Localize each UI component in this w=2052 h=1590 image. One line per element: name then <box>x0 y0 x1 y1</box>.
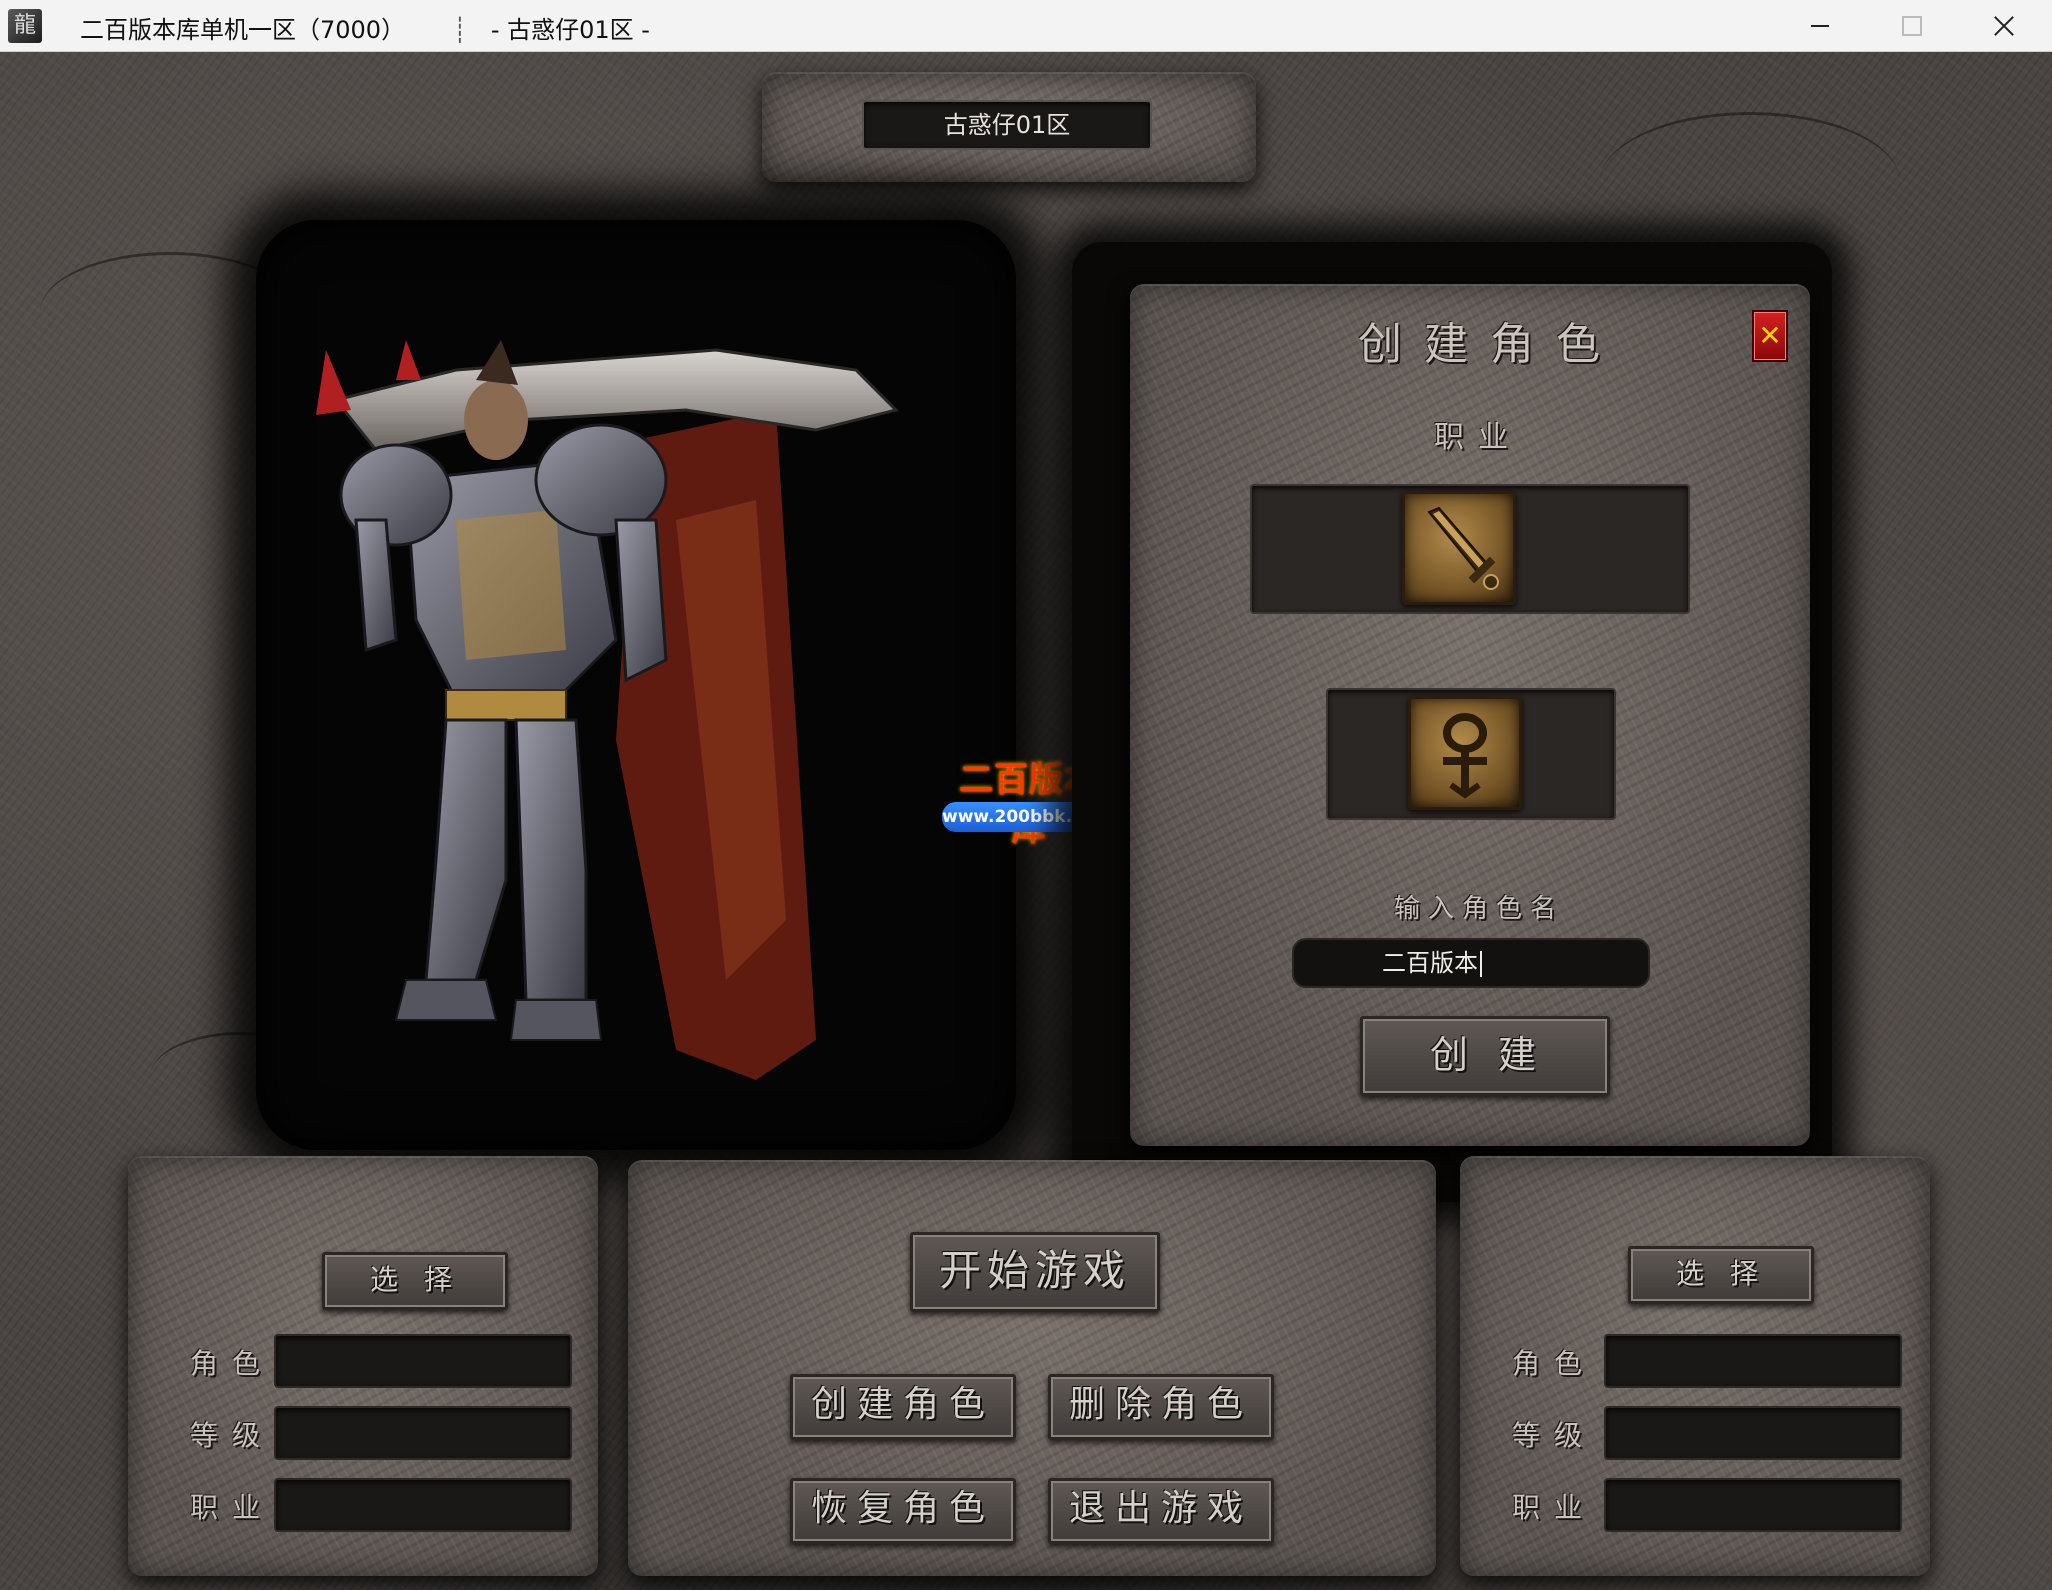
window-title-text: 二百版本库单机一区（7000） <box>80 16 406 44</box>
window-title: 二百版本库单机一区（7000） ┊ - 古惑仔01区 - <box>80 10 650 45</box>
job-label: 职业 <box>190 1491 275 1524</box>
role-field <box>274 1334 572 1388</box>
window-titlebar: 龍 二百版本库单机一区（7000） ┊ - 古惑仔01区 - <box>0 0 2052 52</box>
window-subtitle: - 古惑仔01区 - <box>490 16 650 44</box>
job-label: 职业 <box>1512 1491 1597 1524</box>
level-label: 等级 <box>1512 1419 1597 1452</box>
title-separator: ┊ <box>452 16 468 44</box>
role-label: 角色 <box>190 1347 275 1380</box>
app-icon: 龍 <box>8 9 42 43</box>
dialog-close-button[interactable]: ✕ <box>1752 310 1788 362</box>
level-label: 等级 <box>190 1419 275 1452</box>
maximize-button[interactable] <box>1866 0 1958 52</box>
warrior-job-button[interactable] <box>1402 491 1516 605</box>
role-label: 角色 <box>1512 1347 1597 1380</box>
delete-character-button[interactable]: 删除角色 <box>1048 1374 1274 1440</box>
male-ankh-icon <box>1443 713 1487 799</box>
job-field <box>274 1478 572 1532</box>
character-slot-left: 选择 角色 等级 职业 <box>128 1156 598 1576</box>
character-name-input[interactable]: 二百版本 <box>1292 938 1650 988</box>
sword-icon <box>1427 506 1499 590</box>
stone-crack <box>1600 112 1900 252</box>
character-name-value: 二百版本 <box>1382 949 1478 977</box>
create-confirm-button[interactable]: 创建 <box>1360 1016 1610 1096</box>
job-field <box>1604 1478 1902 1532</box>
name-label: 输入角色名 <box>1394 894 1565 924</box>
restore-character-button[interactable]: 恢复角色 <box>790 1478 1016 1544</box>
quit-game-button[interactable]: 退出游戏 <box>1048 1478 1274 1544</box>
server-name: 古惑仔01区 <box>862 100 1152 150</box>
create-character-dialog: 创建角色 ✕ 职业 性别 输入角色名 二百版本 创建 <box>1130 284 1810 1146</box>
select-slot-left-button[interactable]: 选择 <box>322 1252 508 1310</box>
dialog-title: 创建角色 <box>1358 319 1622 370</box>
character-slot-right: 选择 角色 等级 职业 <box>1460 1156 1930 1576</box>
level-field <box>1604 1406 1902 1460</box>
text-caret <box>1480 951 1482 977</box>
main-menu-panel: 开始游戏 创建角色 删除角色 恢复角色 退出游戏 <box>628 1160 1436 1576</box>
server-plaque: 古惑仔01区 <box>762 72 1256 182</box>
minimize-button[interactable] <box>1774 0 1866 52</box>
create-character-button[interactable]: 创建角色 <box>790 1374 1016 1440</box>
start-game-button[interactable]: 开始游戏 <box>910 1232 1160 1312</box>
warrior-character-figure <box>316 340 899 1080</box>
male-gender-button[interactable] <box>1408 696 1522 810</box>
role-field <box>1604 1334 1902 1388</box>
game-canvas: 古惑仔01区 二百版 www.200bbk.com 创建角色 ✕ 职业 输入角色… <box>0 52 2052 1590</box>
level-field <box>274 1406 572 1460</box>
select-slot-right-button[interactable]: 选择 <box>1628 1246 1814 1304</box>
character-preview <box>256 220 1016 1150</box>
window-close-button[interactable] <box>1958 0 2050 52</box>
job-label: 职业 <box>1434 420 1522 455</box>
